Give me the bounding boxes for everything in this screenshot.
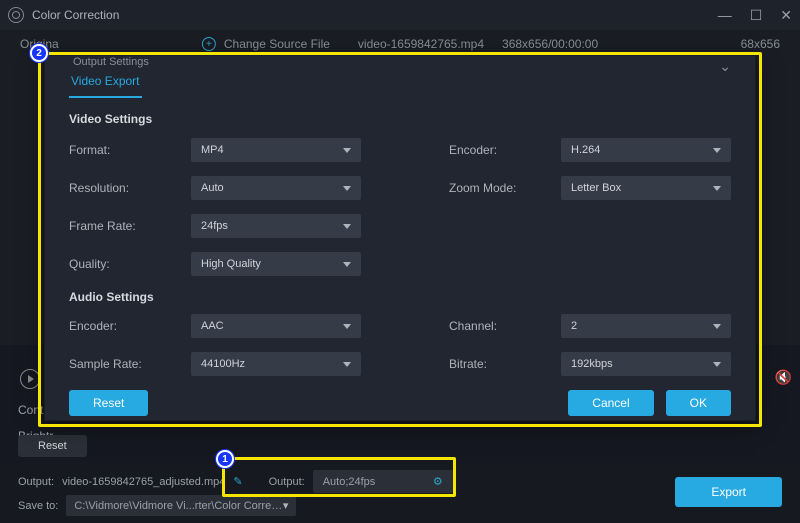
output-pref-label: Output: <box>269 476 305 488</box>
bitrate-value: 192kbps <box>571 358 613 370</box>
save-to-label: Save to: <box>18 500 58 512</box>
chevron-down-icon <box>343 362 351 367</box>
play-icon[interactable] <box>20 369 40 389</box>
chevron-down-icon <box>713 148 721 153</box>
window-controls: — ☐ ✕ <box>718 7 792 24</box>
channel-value: 2 <box>571 320 577 332</box>
audio-settings-grid: Encoder: AAC Channel: 2 Sample Rate: 441… <box>69 314 731 376</box>
quality-value: High Quality <box>201 258 261 270</box>
resolution-select[interactable]: Auto <box>191 176 361 200</box>
video-settings-grid: Format: MP4 Encoder: H.264 Resolution: A… <box>69 138 731 276</box>
bitrate-label: Bitrate: <box>449 357 549 371</box>
chevron-down-icon <box>343 186 351 191</box>
audio-settings-heading: Audio Settings <box>69 290 731 304</box>
reset-button-bg[interactable]: Reset <box>18 435 87 457</box>
output-file-label: Output: <box>18 476 54 488</box>
zoom-select[interactable]: Letter Box <box>561 176 731 200</box>
format-label: Format: <box>69 143 179 157</box>
samplerate-select[interactable]: 44100Hz <box>191 352 361 376</box>
samplerate-label: Sample Rate: <box>69 357 179 371</box>
encoder-a-label: Encoder: <box>69 319 179 333</box>
app-title: Color Correction <box>32 8 718 22</box>
encoder-v-value: H.264 <box>571 144 600 156</box>
save-to-box[interactable]: C:\Vidmore\Vidmore Vi...rter\Color Corre… <box>66 495 296 516</box>
close-window-button[interactable]: ✕ <box>780 7 792 24</box>
annotation-badge-2: 2 <box>30 44 48 62</box>
encoder-a-value: AAC <box>201 320 224 332</box>
top-info-bar: Origina + Change Source File video-16598… <box>0 30 800 58</box>
encoder-v-label: Encoder: <box>449 143 549 157</box>
cancel-button[interactable]: Cancel <box>568 390 653 416</box>
plus-icon[interactable]: + <box>202 37 216 51</box>
chevron-down-icon <box>343 262 351 267</box>
source-dim-time: 368x656/00:00:00 <box>502 37 598 51</box>
modal-tabs: Video Export <box>69 68 731 98</box>
minimize-button[interactable]: — <box>718 7 732 24</box>
format-select[interactable]: MP4 <box>191 138 361 162</box>
change-source-label[interactable]: Change Source File <box>224 37 330 51</box>
maximize-button[interactable]: ☐ <box>750 7 763 24</box>
framerate-select[interactable]: 24fps <box>191 214 361 238</box>
titlebar: Color Correction — ☐ ✕ <box>0 0 800 30</box>
format-value: MP4 <box>201 144 224 156</box>
encoder-a-select[interactable]: AAC <box>191 314 361 338</box>
framerate-value: 24fps <box>201 220 228 232</box>
output-settings-modal: Output Settings ⌄ Video Export Video Set… <box>44 55 756 421</box>
channel-label: Channel: <box>449 319 549 333</box>
video-settings-heading: Video Settings <box>69 112 731 126</box>
bitrate-select[interactable]: 192kbps <box>561 352 731 376</box>
quality-label: Quality: <box>69 257 179 271</box>
bottom-bar: Output: video-1659842765_adjusted.mp4 ✎ … <box>0 463 800 523</box>
encoder-v-select[interactable]: H.264 <box>561 138 731 162</box>
channel-select[interactable]: 2 <box>561 314 731 338</box>
output-settings-group: Output: Auto;24fps ⚙ <box>269 470 453 493</box>
chevron-down-icon <box>343 324 351 329</box>
chevron-down-icon[interactable]: ▾ <box>283 499 289 512</box>
framerate-label: Frame Rate: <box>69 219 179 233</box>
source-file-area: + Change Source File video-1659842765.mp… <box>202 37 598 51</box>
zoom-value: Letter Box <box>571 182 621 194</box>
zoom-label: Zoom Mode: <box>449 181 549 195</box>
app-icon <box>8 7 24 23</box>
ok-button[interactable]: OK <box>666 390 731 416</box>
output-pref-box[interactable]: Auto;24fps ⚙ <box>313 470 453 493</box>
chevron-down-icon[interactable]: ⌄ <box>719 58 731 75</box>
output-file-name: video-1659842765_adjusted.mp4 <box>62 476 225 488</box>
save-to-row: Save to: C:\Vidmore\Vidmore Vi...rter\Co… <box>18 495 782 516</box>
export-button[interactable]: Export <box>675 477 782 507</box>
gear-icon[interactable]: ⚙ <box>433 475 443 488</box>
chevron-down-icon <box>713 362 721 367</box>
resolution-value: Auto <box>201 182 224 194</box>
output-file-row: Output: video-1659842765_adjusted.mp4 ✎ … <box>18 470 782 493</box>
reset-button[interactable]: Reset <box>69 390 148 416</box>
quality-select[interactable]: High Quality <box>191 252 361 276</box>
resolution-label: Resolution: <box>69 181 179 195</box>
annotation-badge-1: 1 <box>216 450 234 468</box>
chevron-down-icon <box>713 324 721 329</box>
dim-readout: 68x656 <box>741 37 780 51</box>
tab-video-export[interactable]: Video Export <box>69 68 142 98</box>
mute-icon[interactable]: 🔇 <box>775 369 792 386</box>
modal-button-row: Reset Cancel OK <box>69 376 731 416</box>
source-filename: video-1659842765.mp4 <box>358 37 484 51</box>
output-pref-value: Auto;24fps <box>323 476 376 488</box>
chevron-down-icon <box>343 224 351 229</box>
samplerate-value: 44100Hz <box>201 358 245 370</box>
modal-title: Output Settings <box>73 56 149 68</box>
chevron-down-icon <box>343 148 351 153</box>
chevron-down-icon <box>713 186 721 191</box>
save-to-path: C:\Vidmore\Vidmore Vi...rter\Color Corre… <box>74 500 282 512</box>
edit-icon[interactable]: ✎ <box>233 475 242 488</box>
